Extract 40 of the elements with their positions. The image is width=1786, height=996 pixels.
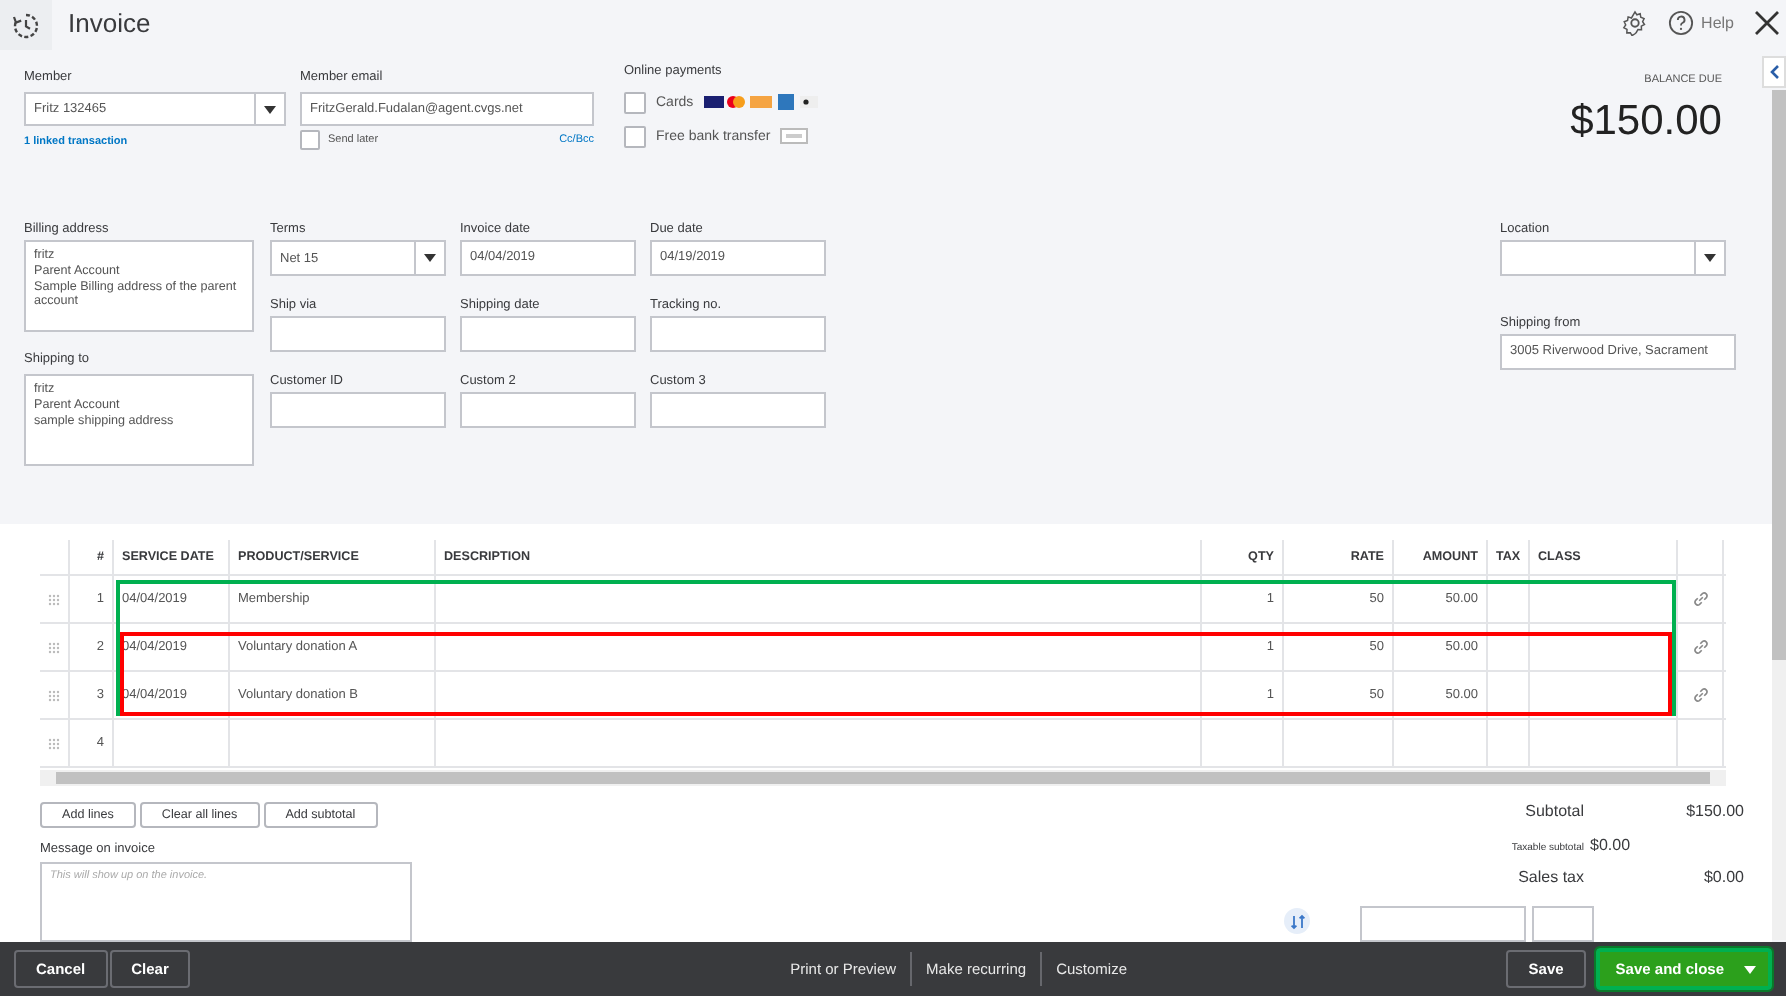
collapse-tab[interactable] (1762, 56, 1786, 88)
input-field[interactable] (460, 392, 636, 428)
balance-due-amount: $150.00 (1570, 98, 1722, 146)
input-field[interactable] (650, 392, 826, 428)
swap-order-icon[interactable] (1284, 908, 1310, 934)
caret-icon (1704, 254, 1716, 262)
total-label: Subtotal (1523, 802, 1584, 820)
total-value: $150.00 (1684, 802, 1744, 820)
total-value: $0.00 (1590, 835, 1631, 854)
total-label: Sales tax (1516, 868, 1584, 887)
link-icon[interactable] (1691, 686, 1709, 704)
input-field[interactable] (460, 316, 636, 352)
caret-icon (1744, 965, 1756, 973)
recent-history-icon[interactable] (0, 0, 52, 50)
payment-checkbox[interactable] (624, 125, 646, 147)
drag-handle-icon[interactable] (48, 737, 60, 749)
location-dropdown[interactable] (1500, 240, 1726, 276)
window-title: Invoice (68, 7, 151, 37)
drag-handle-icon[interactable] (48, 593, 60, 605)
help-button[interactable]: Help (1667, 9, 1734, 35)
caret-icon (264, 105, 276, 113)
input-field[interactable] (270, 316, 446, 352)
drag-handle-icon[interactable] (48, 641, 60, 653)
drag-handle-icon[interactable] (48, 689, 60, 701)
card-logos-drawing (703, 94, 818, 110)
bank-logo-icon (780, 128, 809, 144)
link-icon[interactable] (1691, 590, 1709, 608)
link-icon[interactable] (1691, 638, 1709, 656)
close-icon[interactable] (1754, 9, 1780, 35)
payment-checkbox[interactable] (624, 91, 646, 113)
discount-field[interactable] (1532, 906, 1594, 943)
input-field[interactable] (270, 392, 446, 428)
discount-type-dropdown[interactable] (1360, 906, 1526, 943)
caret-icon (424, 254, 436, 262)
send-later-checkbox[interactable] (300, 130, 320, 150)
settings-icon[interactable] (1621, 9, 1648, 35)
help-icon (1667, 9, 1694, 35)
chevron-left-icon (1769, 64, 1779, 80)
input-field[interactable] (650, 316, 826, 352)
total-value: $0.00 (1701, 868, 1744, 887)
